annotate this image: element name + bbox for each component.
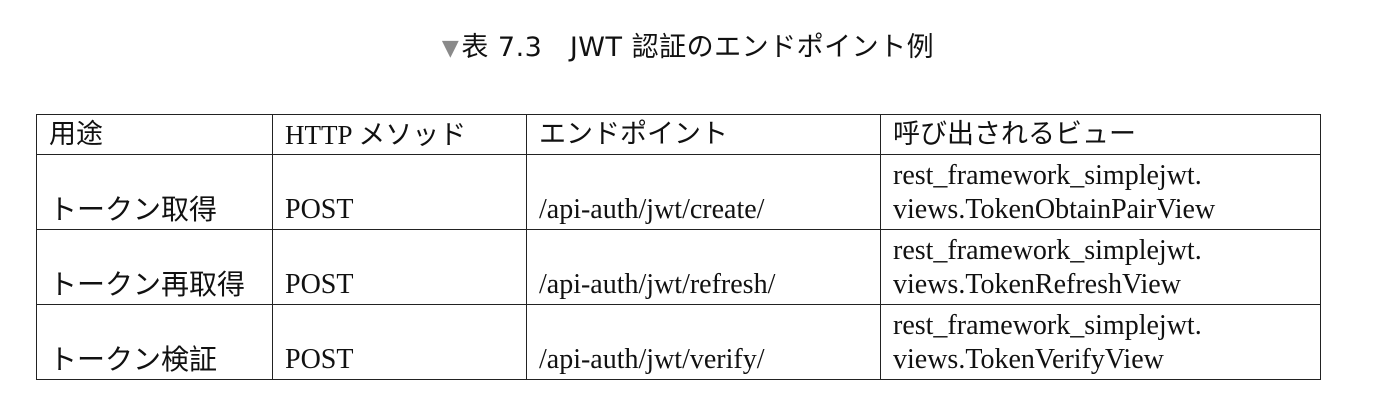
view-class-line: views.TokenRefreshView — [893, 269, 1181, 300]
table-header-row: 用途 HTTP メソッド エンドポイント 呼び出されるビュー — [36, 114, 1321, 155]
view-class-line: views.TokenObtainPairView — [893, 194, 1216, 225]
cell-purpose: トークン検証 — [36, 304, 273, 380]
caption-text: 表 7.3 JWT 認証のエンドポイント例 — [461, 32, 935, 63]
cell-method: POST — [272, 154, 527, 230]
cell-method: POST — [272, 304, 527, 380]
view-class-line: views.TokenVerifyView — [893, 344, 1164, 375]
table-caption: ▼表 7.3 JWT 認証のエンドポイント例 — [0, 28, 1376, 69]
cell-view: rest_framework_simplejwt. views.TokenRef… — [880, 229, 1321, 305]
table-row: トークン検証 POST /api-auth/jwt/verify/ rest_f… — [36, 304, 1321, 380]
cell-endpoint: /api-auth/jwt/create/ — [526, 154, 881, 230]
cell-purpose: トークン再取得 — [36, 229, 273, 305]
header-purpose: 用途 — [36, 114, 273, 155]
cell-endpoint: /api-auth/jwt/verify/ — [526, 304, 881, 380]
cell-endpoint: /api-auth/jwt/refresh/ — [526, 229, 881, 305]
cell-view: rest_framework_simplejwt. views.TokenVer… — [880, 304, 1321, 380]
header-http-method: HTTP メソッド — [272, 114, 527, 155]
view-module-line: rest_framework_simplejwt. — [893, 235, 1202, 266]
cell-view: rest_framework_simplejwt. views.TokenObt… — [880, 154, 1321, 230]
jwt-endpoints-table: 用途 HTTP メソッド エンドポイント 呼び出されるビュー トークン取得 PO… — [36, 114, 1321, 380]
view-module-line: rest_framework_simplejwt. — [893, 310, 1202, 341]
table-row: トークン取得 POST /api-auth/jwt/create/ rest_f… — [36, 154, 1321, 230]
header-endpoint: エンドポイント — [526, 114, 881, 155]
table-row: トークン再取得 POST /api-auth/jwt/refresh/ rest… — [36, 229, 1321, 305]
cell-method: POST — [272, 229, 527, 305]
cell-purpose: トークン取得 — [36, 154, 273, 230]
header-view: 呼び出されるビュー — [880, 114, 1321, 155]
view-module-line: rest_framework_simplejwt. — [893, 160, 1202, 191]
triangle-marker-icon: ▼ — [441, 36, 460, 61]
